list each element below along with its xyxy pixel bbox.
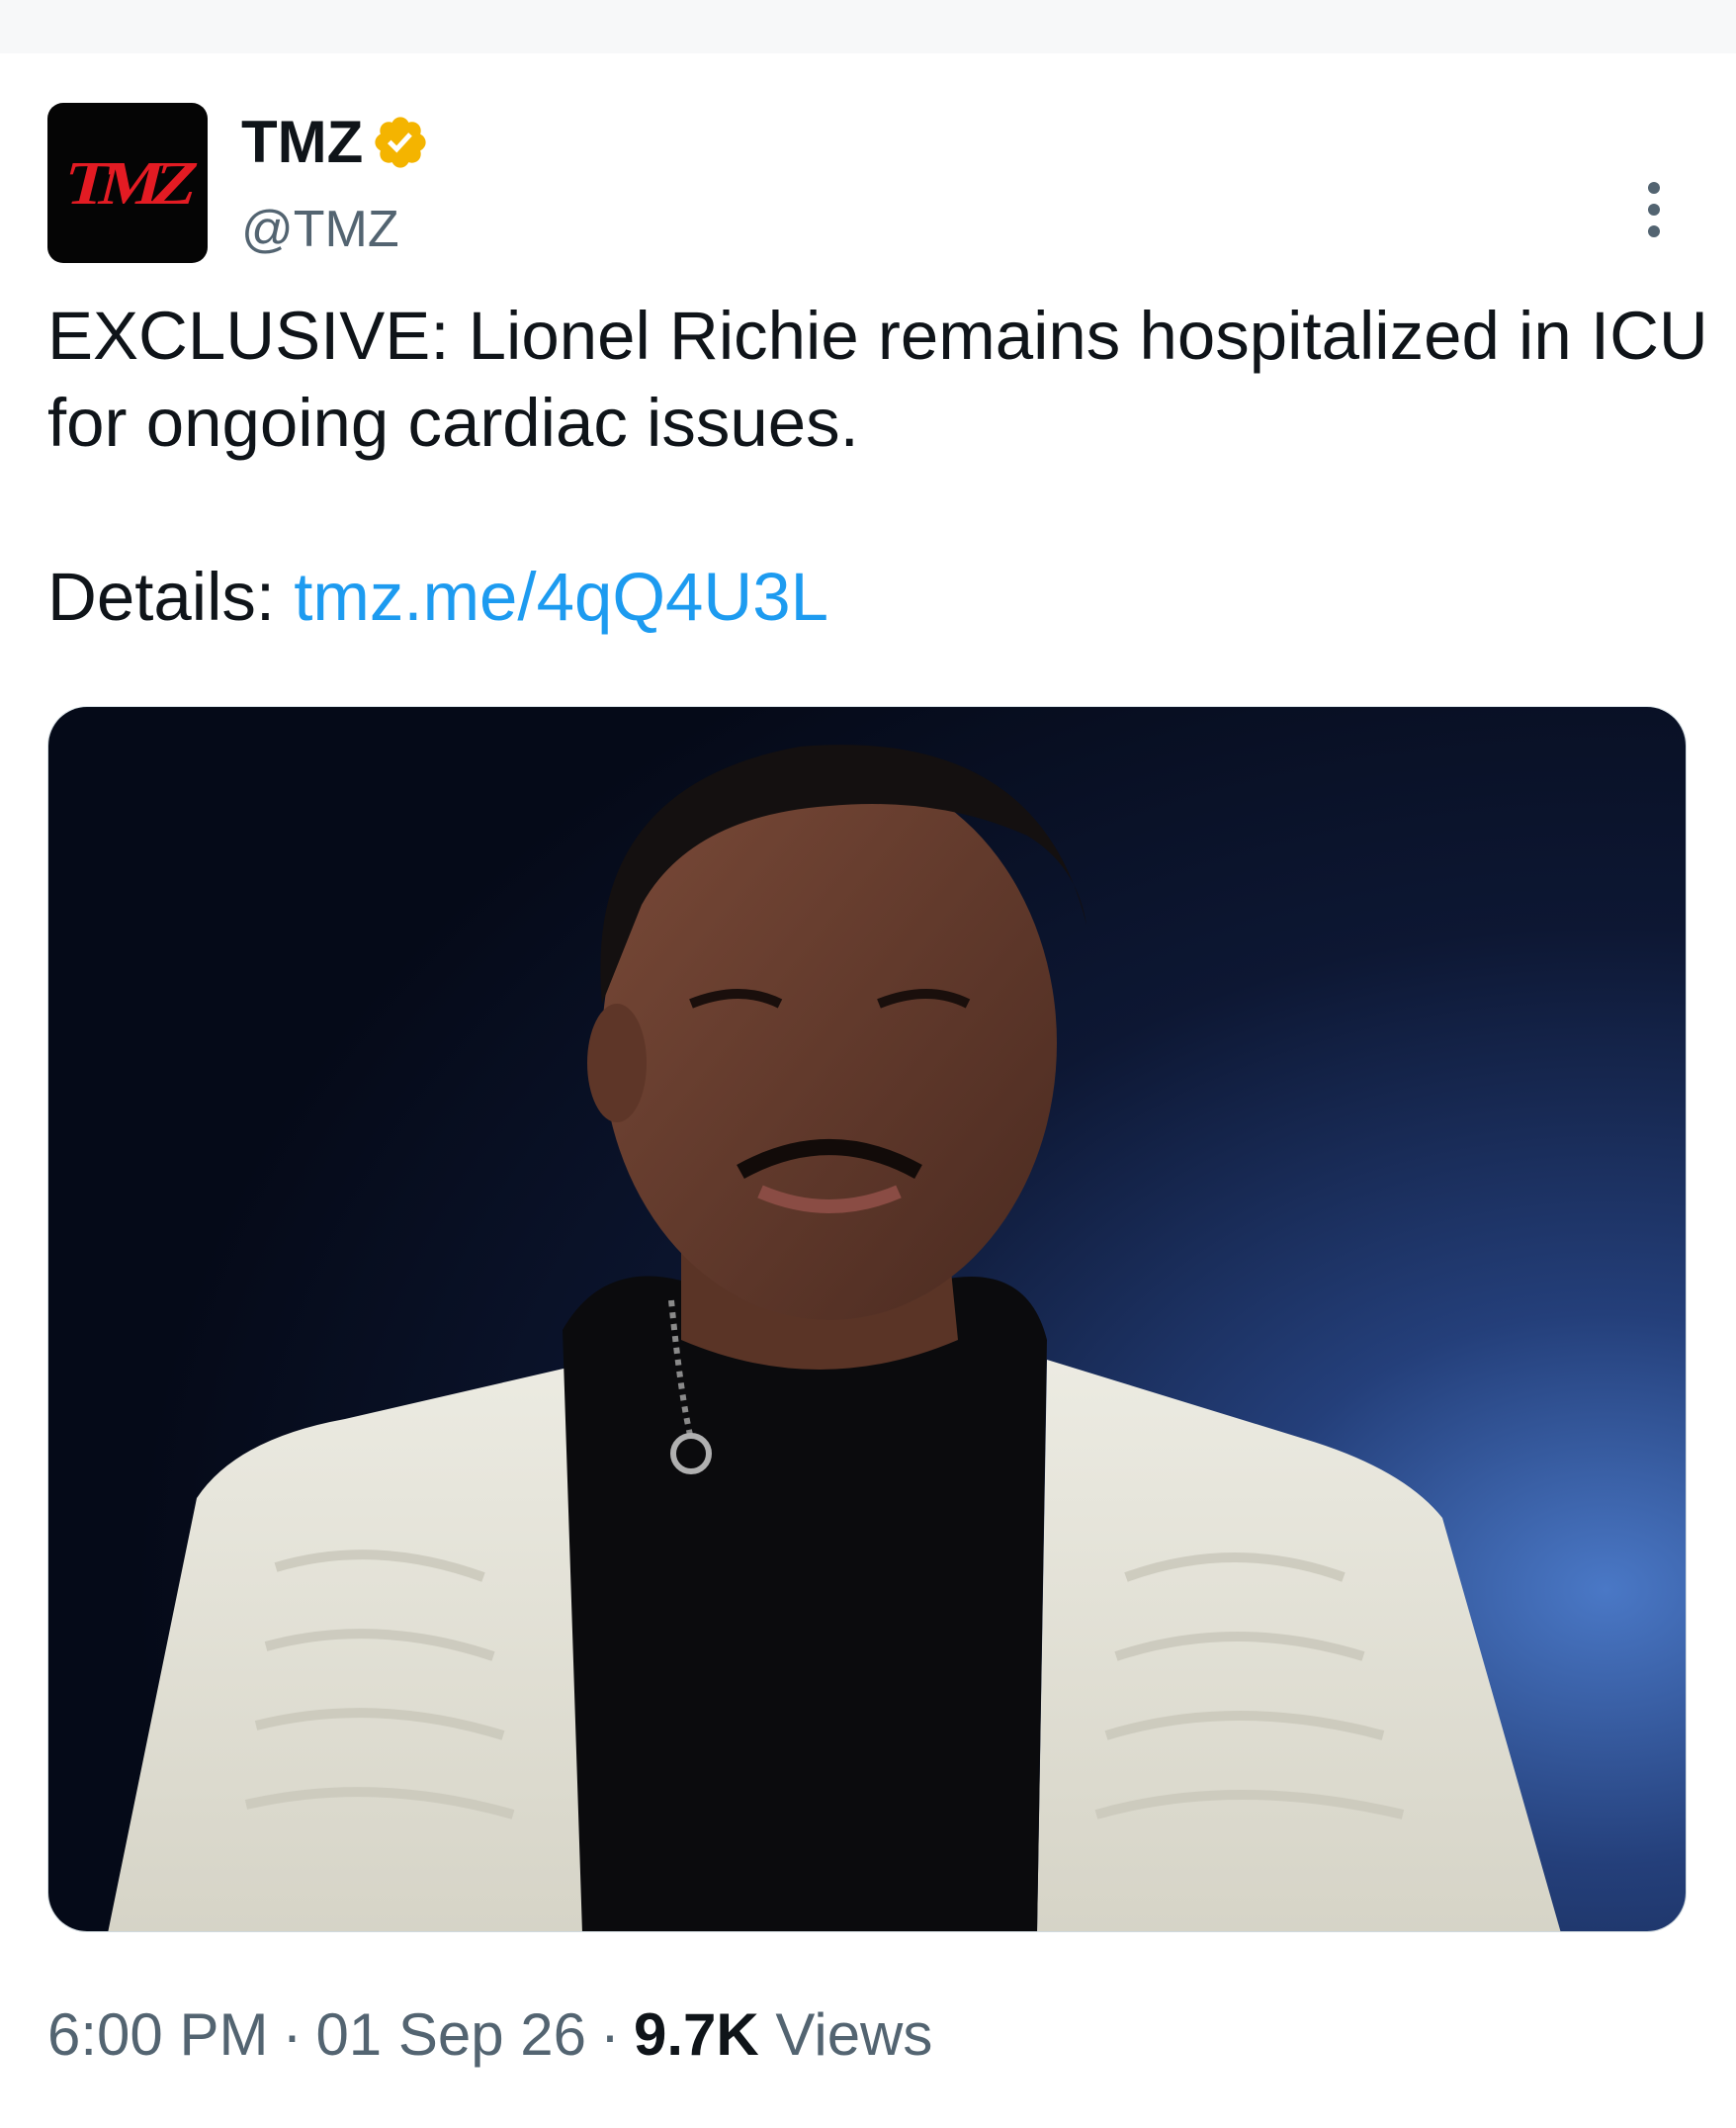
tweet-time[interactable]: 6:00 PM xyxy=(47,2001,268,2068)
avatar[interactable]: TMZ xyxy=(47,103,208,263)
meta-separator: · xyxy=(600,2001,620,2068)
photo-illustration xyxy=(48,707,1686,1931)
tweet-card[interactable]: TMZ TMZ @TMZ EXCLUSIVE: Lionel Richie re… xyxy=(0,53,1736,2128)
more-options-icon-dot xyxy=(1648,204,1660,216)
author-display-name[interactable]: TMZ xyxy=(241,107,363,178)
verified-badge-icon[interactable] xyxy=(371,113,430,172)
tweet-meta: 6:00 PM · 01 Sep 26 · 9.7K Views xyxy=(47,1995,932,2075)
more-options-icon xyxy=(1648,182,1660,194)
details-link[interactable]: tmz.me/4qQ4U3L xyxy=(294,559,828,635)
tmz-logo: TMZ xyxy=(57,148,198,219)
views-count: 9.7K xyxy=(634,2001,759,2068)
author-handle[interactable]: @TMZ xyxy=(241,198,399,261)
meta-separator: · xyxy=(282,2001,303,2068)
details-label: Details: xyxy=(47,559,295,635)
tweet-text: EXCLUSIVE: Lionel Richie remains hospita… xyxy=(47,293,1708,641)
details-line: Details: tmz.me/4qQ4U3L xyxy=(47,554,1708,641)
views-label: Views xyxy=(775,2001,933,2068)
top-bar xyxy=(0,0,1736,53)
more-options-button[interactable] xyxy=(1625,150,1683,269)
author-name-row: TMZ xyxy=(241,107,430,178)
tweet-date[interactable]: 01 Sep 26 xyxy=(315,2001,586,2068)
tweet-photo[interactable] xyxy=(47,706,1687,1932)
more-options-icon-dot xyxy=(1648,225,1660,237)
tweet-body: EXCLUSIVE: Lionel Richie remains hospita… xyxy=(47,298,1708,461)
